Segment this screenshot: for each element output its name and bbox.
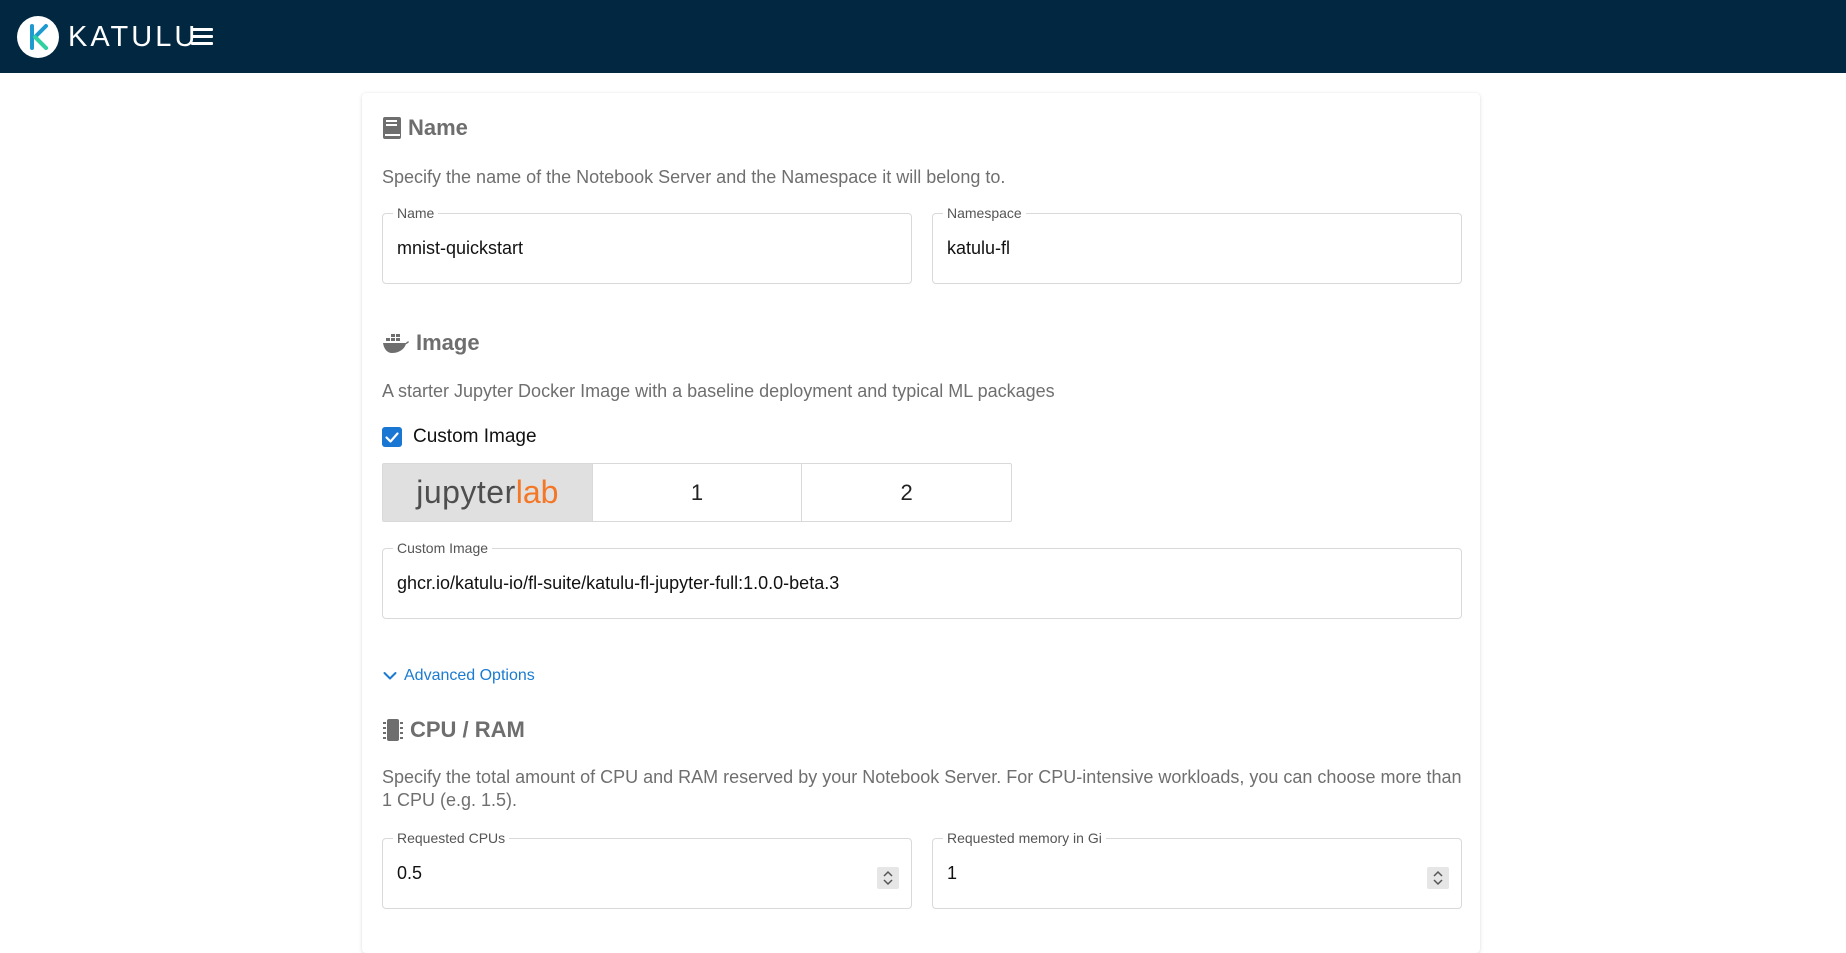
- hamburger-menu-icon[interactable]: [189, 25, 215, 47]
- cpu-stepper-icon[interactable]: [877, 867, 899, 889]
- custom-image-checkbox-label: Custom Image: [413, 426, 537, 447]
- image-option-label: 2: [900, 479, 913, 505]
- requested-memory-input[interactable]: [947, 863, 1370, 884]
- section-title-text: Name: [408, 115, 468, 140]
- image-option-label: 1: [690, 479, 704, 505]
- section-title-text: Image: [416, 330, 480, 355]
- notebook-form-card: Name Specify the name of the Notebook Se…: [362, 93, 1480, 953]
- memory-stepper-icon[interactable]: [1427, 867, 1449, 889]
- image-section-title: Image: [382, 330, 480, 356]
- requested-cpus-label: Requested CPUs: [393, 830, 510, 846]
- jupyterlab-logo-text-jupyter: jupyter: [416, 474, 516, 510]
- custom-image-checkbox[interactable]: [382, 427, 402, 447]
- brand-name: KATULU: [68, 21, 199, 53]
- advanced-options-label: Advanced Options: [404, 667, 535, 684]
- book-icon: [382, 116, 402, 140]
- requested-cpus-input[interactable]: [397, 863, 820, 884]
- name-field[interactable]: Name: [382, 205, 912, 284]
- chevron-down-icon: [382, 668, 398, 684]
- custom-image-checkbox-row[interactable]: Custom Image: [382, 426, 537, 448]
- namespace-field[interactable]: Namespace: [932, 205, 1462, 284]
- image-option-2[interactable]: 2: [802, 464, 1011, 521]
- requested-cpus-field[interactable]: Requested CPUs: [382, 830, 912, 909]
- requested-memory-label: Requested memory in Gi: [943, 830, 1106, 846]
- name-section-title: Name: [382, 115, 468, 141]
- custom-image-field-label: Custom Image: [393, 540, 493, 556]
- namespace-input[interactable]: [947, 238, 1370, 259]
- name-section-description: Specify the name of the Notebook Server …: [382, 167, 1006, 187]
- custom-image-field[interactable]: Custom Image: [382, 540, 1462, 619]
- requested-memory-field[interactable]: Requested memory in Gi: [932, 830, 1462, 909]
- image-option-jupyterlab[interactable]: jupyter lab: [383, 464, 593, 521]
- name-field-label: Name: [393, 205, 439, 221]
- docker-whale-icon: [382, 332, 410, 354]
- custom-image-input[interactable]: [397, 573, 1422, 594]
- chip-icon: [382, 718, 404, 742]
- check-icon: [385, 432, 399, 443]
- name-input[interactable]: [397, 238, 820, 259]
- image-option-1[interactable]: 1: [593, 464, 803, 521]
- jupyterlab-logo-text-lab: lab: [515, 474, 559, 510]
- section-title-text: CPU / RAM: [410, 717, 525, 742]
- advanced-options-toggle[interactable]: Advanced Options: [382, 667, 535, 685]
- cpu-ram-section-description: Specify the total amount of CPU and RAM …: [382, 767, 1462, 810]
- katulu-logo-icon[interactable]: [17, 16, 59, 58]
- cpu-ram-section-title: CPU / RAM: [382, 717, 525, 743]
- image-section-description: A starter Jupyter Docker Image with a ba…: [382, 381, 1055, 401]
- image-option-group: jupyter lab 1 2: [382, 463, 1012, 522]
- top-app-bar: KATULU: [0, 0, 1846, 73]
- namespace-field-label: Namespace: [943, 205, 1026, 221]
